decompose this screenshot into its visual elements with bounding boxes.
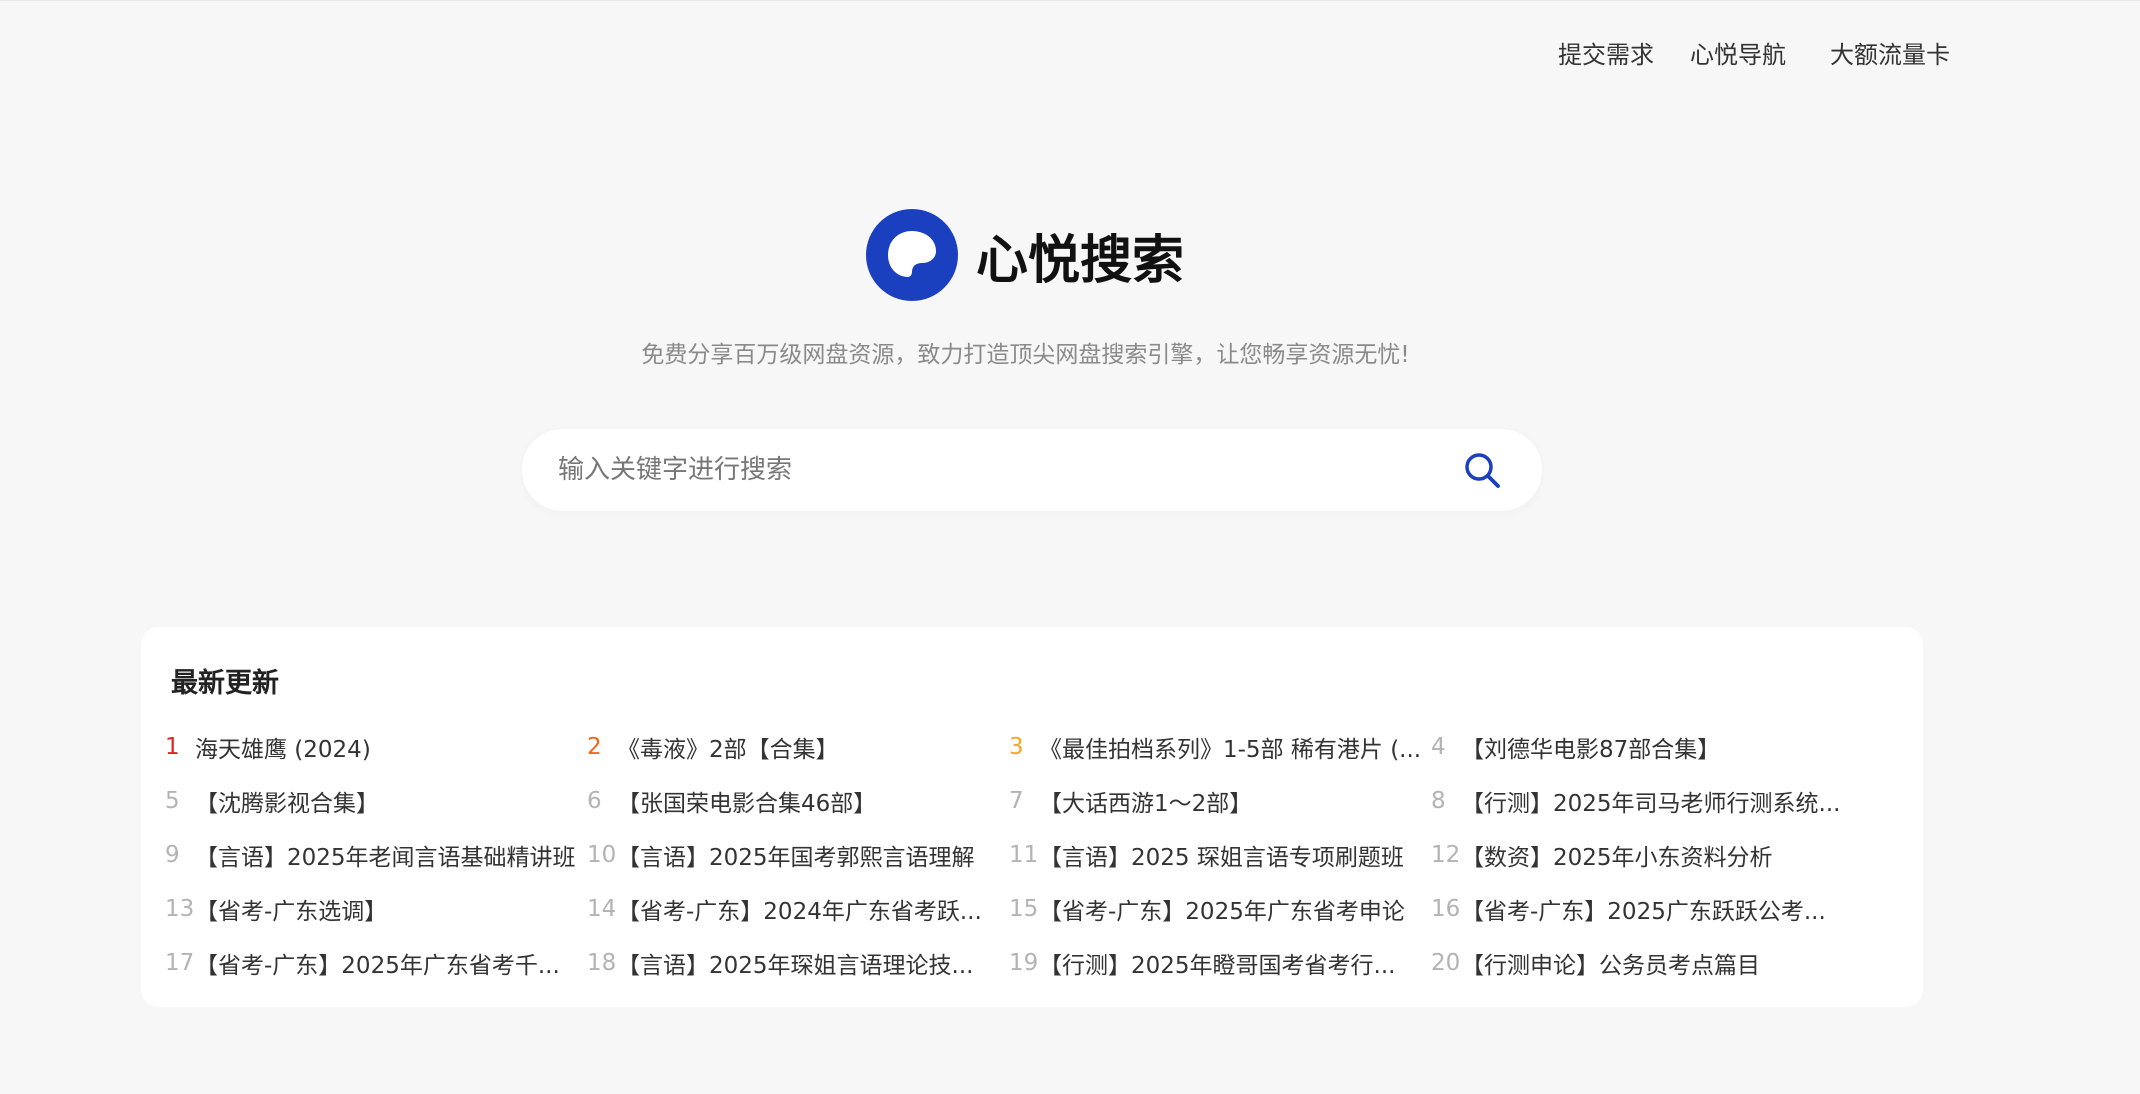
list-item[interactable]: 7 【大话西游1～2部】 — [1009, 785, 1431, 817]
page: 提交需求 心悦导航 大额流量卡 心悦搜索 免费分享百万级网盘资源，致力打造顶尖网… — [0, 0, 2140, 1094]
rank-number: 8 — [1431, 788, 1446, 814]
list-item[interactable]: 13 【省考-广东选调】 — [165, 893, 587, 925]
latest-updates-title: 最新更新 — [171, 668, 279, 699]
latest-updates-panel: 最新更新 1 海天雄鹰 (2024) 2 《毒液》2部【合集】 3 《最佳拍档系列》1-5… — [141, 627, 1923, 1007]
rank-number: 11 — [1009, 842, 1039, 868]
list-item-title: 【数资】2025年小东资料分析 — [1461, 845, 1773, 871]
rank-number: 19 — [1009, 950, 1039, 976]
slogan: 免费分享百万级网盘资源，致力打造顶尖网盘搜索引擎，让您畅享资源无忧! — [641, 342, 1410, 368]
search-bar — [522, 429, 1542, 511]
rank-number: 15 — [1009, 896, 1039, 922]
rank-number: 14 — [587, 896, 617, 922]
list-item-title: 【张国荣电影合集46部】 — [617, 791, 877, 817]
search-input[interactable] — [522, 429, 1442, 511]
rank-number: 5 — [165, 788, 180, 814]
list-item-title: 【大话西游1～2部】 — [1039, 791, 1253, 817]
rank-number: 16 — [1431, 896, 1461, 922]
list-item-title: 【省考-广东】2024年广东省考跃... — [617, 899, 982, 925]
list-item-title: 【省考-广东选调】 — [195, 899, 388, 925]
rank-number: 3 — [1009, 734, 1024, 760]
list-item-title: 海天雄鹰 (2024) — [195, 737, 371, 763]
list-item-title: 【行测】2025年司马老师行测系统... — [1461, 791, 1841, 817]
nav-link-submit-request[interactable]: 提交需求 — [1558, 35, 1654, 70]
list-item[interactable]: 17 【省考-广东】2025年广东省考千... — [165, 947, 587, 979]
rank-number: 17 — [165, 950, 195, 976]
list-item[interactable]: 19 【行测】2025年瞪哥国考省考行... — [1009, 947, 1431, 979]
list-item-title: 【刘德华电影87部合集】 — [1461, 737, 1721, 763]
list-item[interactable]: 20 【行测申论】公务员考点篇目 — [1431, 947, 1853, 979]
list-item[interactable]: 8 【行测】2025年司马老师行测系统... — [1431, 785, 1853, 817]
logo-icon — [866, 209, 958, 301]
list-item-title: 【行测】2025年瞪哥国考省考行... — [1039, 953, 1396, 979]
rank-number: 18 — [587, 950, 617, 976]
rank-number: 4 — [1431, 734, 1446, 760]
search-button[interactable] — [1442, 429, 1522, 511]
list-item-title: 《最佳拍档系列》1-5部 稀有港片 (... — [1039, 737, 1422, 763]
search-icon — [1465, 453, 1500, 488]
rank-number: 20 — [1431, 950, 1461, 976]
list-item-title: 【省考-广东】2025年广东省考千... — [195, 953, 560, 979]
list-item-title: 【省考-广东】2025广东跃跃公考... — [1461, 899, 1826, 925]
top-nav: 提交需求 心悦导航 大额流量卡 — [1558, 35, 1950, 70]
rank-number: 9 — [165, 842, 180, 868]
logo-text: 心悦搜索 — [976, 230, 1185, 291]
list-item-title: 【沈腾影视合集】 — [195, 791, 379, 817]
list-item[interactable]: 14 【省考-广东】2024年广东省考跃... — [587, 893, 1009, 925]
nav-link-data-card[interactable]: 大额流量卡 — [1830, 35, 1950, 70]
latest-updates-list: 1 海天雄鹰 (2024) 2 《毒液》2部【合集】 3 《最佳拍档系列》1-5部 稀有港… — [165, 731, 1853, 1001]
list-item-title: 【言语】2025年国考郭熙言语理解 — [617, 845, 975, 871]
list-item[interactable]: 16 【省考-广东】2025广东跃跃公考... — [1431, 893, 1853, 925]
logo[interactable]: 心悦搜索 — [866, 209, 1184, 301]
nav-link-navigation[interactable]: 心悦导航 — [1690, 35, 1786, 70]
list-item[interactable]: 9 【言语】2025年老闻言语基础精讲班 — [165, 839, 587, 871]
list-item[interactable]: 11 【言语】2025 琛姐言语专项刷题班 — [1009, 839, 1431, 871]
list-item-title: 【言语】2025 琛姐言语专项刷题班 — [1039, 845, 1404, 871]
list-item[interactable]: 4 【刘德华电影87部合集】 — [1431, 731, 1853, 763]
list-item[interactable]: 6 【张国荣电影合集46部】 — [587, 785, 1009, 817]
rank-number: 13 — [165, 896, 195, 922]
rank-number: 7 — [1009, 788, 1024, 814]
list-item-title: 《毒液》2部【合集】 — [617, 737, 839, 763]
list-item[interactable]: 12 【数资】2025年小东资料分析 — [1431, 839, 1853, 871]
list-item[interactable]: 18 【言语】2025年琛姐言语理论技... — [587, 947, 1009, 979]
rank-number: 12 — [1431, 842, 1461, 868]
list-item[interactable]: 10 【言语】2025年国考郭熙言语理解 — [587, 839, 1009, 871]
rank-number: 6 — [587, 788, 602, 814]
rank-number: 2 — [587, 734, 602, 760]
list-item-title: 【言语】2025年老闻言语基础精讲班 — [195, 845, 576, 871]
list-item[interactable]: 3 《最佳拍档系列》1-5部 稀有港片 (... — [1009, 731, 1431, 763]
list-item[interactable]: 15 【省考-广东】2025年广东省考申论 — [1009, 893, 1431, 925]
list-item-title: 【行测申论】公务员考点篇目 — [1461, 953, 1760, 979]
list-item-title: 【省考-广东】2025年广东省考申论 — [1039, 899, 1405, 925]
rank-number: 10 — [587, 842, 617, 868]
list-item[interactable]: 2 《毒液》2部【合集】 — [587, 731, 1009, 763]
rank-number: 1 — [165, 734, 180, 760]
list-item[interactable]: 5 【沈腾影视合集】 — [165, 785, 587, 817]
list-item[interactable]: 1 海天雄鹰 (2024) — [165, 731, 587, 763]
list-item-title: 【言语】2025年琛姐言语理论技... — [617, 953, 974, 979]
